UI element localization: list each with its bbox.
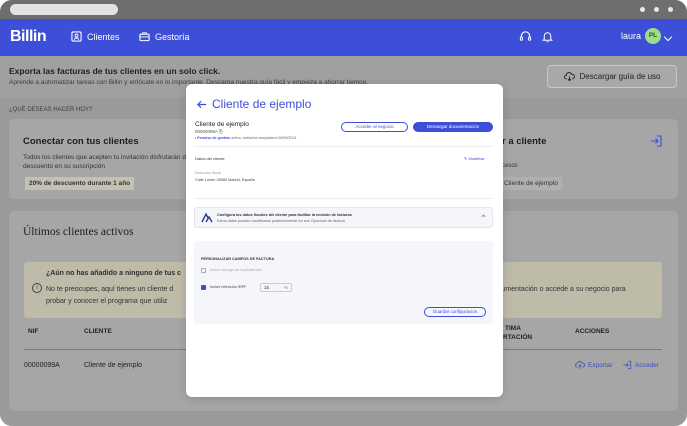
col-cliente: CLIENTE xyxy=(84,328,112,335)
briefcase-icon xyxy=(139,32,150,42)
irpf-input[interactable]: 15% xyxy=(260,283,292,292)
chevron-down-icon[interactable] xyxy=(663,32,673,42)
cloud-upload-icon xyxy=(575,361,585,369)
col-acciones: ACCIONES xyxy=(575,328,610,335)
irpf-unit: % xyxy=(283,285,288,290)
row-cliente: Cliente de ejemplo xyxy=(84,362,142,369)
connect-card-text: Todos los clientes que acepten tu invita… xyxy=(23,154,199,170)
fiscal-title: Configura los datos fiscales del cliente… xyxy=(217,213,352,217)
tax-agency-icon xyxy=(201,213,213,223)
access-card-text: cesos xyxy=(502,163,518,169)
save-config-button[interactable]: Guardar configuración xyxy=(424,307,486,317)
fiscal-data-panel[interactable]: Configura los datos fiscales del cliente… xyxy=(194,207,493,228)
login-icon xyxy=(623,360,632,370)
avatar[interactable]: PL xyxy=(645,28,661,44)
alert-right-text: cumentación o accede a su negocio para xyxy=(498,286,626,293)
modal-client-name: Cliente de ejemplo xyxy=(195,121,249,128)
divider xyxy=(194,198,493,199)
col-ultima: TIMA xyxy=(505,325,521,332)
chevron-up-icon[interactable] xyxy=(481,214,486,219)
nav-clientes-label: Clientes xyxy=(87,31,120,42)
bell-icon[interactable] xyxy=(541,30,554,43)
status-highlight: • Permiso de gestión xyxy=(195,136,231,140)
logo-text: Billin xyxy=(10,28,47,45)
support-headset-icon[interactable] xyxy=(519,30,532,43)
connect-card-title: Conectar con tus clientes xyxy=(23,136,139,147)
export-label: Exportar xyxy=(588,361,613,369)
divider xyxy=(194,146,493,147)
modal-title: Cliente de ejemplo xyxy=(212,97,312,111)
address-label: Dirección fiscal xyxy=(195,171,221,175)
discount-badge: 20% de descuento durante 1 año xyxy=(25,177,135,190)
edit-button[interactable]: ✎ Modificar xyxy=(464,156,485,161)
alert-body: No te preocupes, aquí tienes un cliente … xyxy=(46,284,173,308)
access-label: Acceder xyxy=(635,361,659,369)
nav-clientes[interactable]: Clientes xyxy=(71,31,120,42)
section-label: ¿QUÉ DESEAS HACER HOY? xyxy=(9,107,93,113)
client-data-label: Datos del cliente xyxy=(195,156,225,161)
irpf-label: Incluir retención IRPF xyxy=(210,285,247,289)
export-button[interactable]: Exportar xyxy=(575,360,613,370)
modal-header: Cliente de ejemplo xyxy=(196,97,311,111)
recargo-checkbox[interactable] xyxy=(201,268,206,273)
row-nif: 00000099A xyxy=(24,362,60,369)
nif-value: 00000099A xyxy=(195,129,218,134)
window-chrome xyxy=(0,0,687,19)
edit-label: Modificar xyxy=(468,156,485,161)
col-importacion: RTACIÓN xyxy=(503,334,533,341)
modal-nif: 00000099A ⎘ xyxy=(195,129,223,134)
address-pill xyxy=(10,4,118,15)
download-guide-label: Descargar guía de uso xyxy=(579,72,661,81)
access-business-button[interactable]: Acceder al negocio xyxy=(341,122,408,132)
user-name[interactable]: laura xyxy=(621,31,641,41)
window-dot xyxy=(654,7,659,12)
clients-title: Últimos clientes activos xyxy=(23,226,134,238)
alert-line: No te preocupes, aquí tienes un cliente … xyxy=(46,286,174,293)
status-rest: activo, invitación aceptada el 09/05/202… xyxy=(230,136,297,140)
irpf-checkbox[interactable] xyxy=(201,285,206,290)
irpf-value: 15 xyxy=(264,285,270,290)
nav-gestoria-label: Gestoría xyxy=(155,31,190,42)
login-icon[interactable] xyxy=(649,134,663,148)
banner-title: Exporta las facturas de tus clientes en … xyxy=(9,66,221,76)
recargo-label: Incluir recargo de equivalencia xyxy=(210,268,262,272)
col-nif: NIF xyxy=(28,328,39,335)
arrow-left-icon[interactable] xyxy=(196,99,207,110)
download-docs-button[interactable]: Descargar documentación xyxy=(413,122,493,132)
alert-line: probar y conocer el programa que utiliz xyxy=(46,298,168,305)
billin-logo[interactable]: Billin xyxy=(10,28,47,46)
alert-title: ¿Aún no has añadido a ninguno de tus c xyxy=(46,270,181,277)
info-icon: i xyxy=(32,283,42,293)
cloud-download-icon xyxy=(563,72,575,82)
client-modal: Cliente de ejemplo Cliente de ejemplo 00… xyxy=(186,84,503,397)
copy-icon[interactable]: ⎘ xyxy=(219,129,223,134)
download-guide-button[interactable]: Descargar guía de uso xyxy=(547,65,677,88)
custom-fields-title: PERSONALIZAR CAMPOS DE FACTURA xyxy=(201,257,275,261)
nav-gestoria[interactable]: Gestoría xyxy=(139,31,190,42)
modal-status: • Permiso de gestión activo, invitación … xyxy=(195,136,296,140)
access-card-tag: Cliente de ejemplo xyxy=(500,177,562,190)
window-dot xyxy=(668,7,673,12)
app-frame: Billin Clientes Gestoría laura PL Export… xyxy=(0,0,687,426)
window-dot xyxy=(640,7,645,12)
access-button[interactable]: Acceder xyxy=(622,360,659,370)
access-card-title: r a cliente xyxy=(502,136,547,147)
top-navbar: Billin Clientes Gestoría laura PL xyxy=(0,19,687,56)
user-card-icon xyxy=(71,31,82,42)
address-value: Calle Lorem 28080 Madrid, España xyxy=(195,178,255,182)
fiscal-subtitle: Estos datos pueden modificarse posterior… xyxy=(217,219,345,223)
